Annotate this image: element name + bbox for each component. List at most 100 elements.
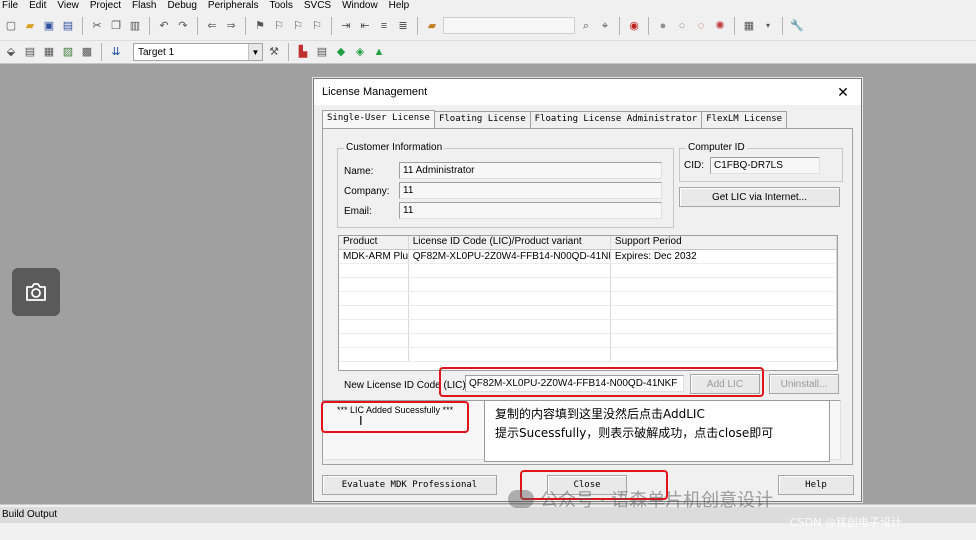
nav-forward-icon[interactable]: ⇒: [223, 18, 239, 34]
table-row: [339, 320, 837, 334]
breakpoint-disable-icon[interactable]: ◌: [693, 18, 709, 34]
toolbar-separator: [288, 43, 289, 61]
csdn-watermark: CSDN @铭创电子设计: [790, 516, 902, 529]
menu-svcs[interactable]: SVCS: [304, 0, 340, 11]
bookmark-icon[interactable]: ⚑: [252, 18, 268, 34]
chevron-down-icon[interactable]: ▼: [248, 44, 262, 60]
company-field[interactable]: 11: [399, 182, 662, 199]
lic-field-highlight: [439, 367, 764, 397]
breakpoint-enable-icon[interactable]: ○: [674, 18, 690, 34]
comment-icon[interactable]: ≡: [376, 18, 392, 34]
manage-components-icon[interactable]: ▙: [295, 44, 311, 60]
incremental-find-icon[interactable]: ⌖: [597, 18, 613, 34]
menu-tools[interactable]: Tools: [270, 0, 302, 11]
save-all-icon[interactable]: ▤: [60, 18, 76, 34]
undo-icon[interactable]: ↶: [156, 18, 172, 34]
tab-flexlm-license[interactable]: FlexLM License: [701, 111, 788, 129]
translate-icon[interactable]: ⬙: [3, 44, 19, 60]
close-icon[interactable]: ✕: [833, 82, 853, 102]
toolbar-separator: [101, 43, 102, 61]
table-row: [339, 264, 837, 278]
table-row: [339, 348, 837, 362]
toolbar-separator: [149, 16, 150, 35]
breakpoint-insert-icon[interactable]: ●: [655, 18, 671, 34]
product-cell: MDK-ARM Plus: [339, 250, 409, 263]
tab-floating-license-administrator[interactable]: Floating License Administrator: [529, 111, 703, 129]
toolbar-separator: [197, 16, 198, 35]
menu-file[interactable]: File: [2, 0, 27, 11]
paste-icon[interactable]: ▥: [127, 18, 143, 34]
next-bookmark-icon[interactable]: ⚐: [290, 18, 306, 34]
get-lic-via-internet-button[interactable]: Get LIC via Internet...: [679, 187, 840, 207]
open-folder-icon[interactable]: ▰: [22, 18, 38, 34]
name-label: Name:: [344, 166, 374, 177]
menu-project[interactable]: Project: [90, 0, 130, 11]
table-row[interactable]: MDK-ARM Plus QF82M-XL0PU-2Z0W4-FFB14-N00…: [339, 250, 837, 264]
evaluate-mdk-professional-button[interactable]: Evaluate MDK Professional: [322, 475, 497, 495]
tab-floating-license[interactable]: Floating License: [433, 111, 531, 129]
new-file-icon[interactable]: ▢: [3, 18, 19, 34]
toolbar-separator: [734, 16, 735, 35]
menu-bar: File Edit View Project Flash Debug Perip…: [0, 0, 976, 11]
computer-id-legend: Computer ID: [686, 142, 747, 153]
save-icon[interactable]: ▣: [41, 18, 57, 34]
unindent-icon[interactable]: ⇤: [357, 18, 373, 34]
indent-icon[interactable]: ⇥: [338, 18, 354, 34]
wechat-logo-icon: [508, 490, 534, 508]
email-field[interactable]: 11: [399, 202, 662, 219]
menu-help[interactable]: Help: [389, 0, 419, 11]
download-icon[interactable]: ⇊: [108, 44, 124, 60]
stop-build-icon[interactable]: ▩: [79, 44, 95, 60]
run-time-env-icon[interactable]: ▲: [371, 44, 387, 60]
nav-back-icon[interactable]: ⇐: [204, 18, 220, 34]
column-header-support-period: Support Period: [611, 236, 837, 249]
build-icon[interactable]: ▤: [22, 44, 38, 60]
camera-button[interactable]: [12, 268, 60, 316]
window-layout-icon[interactable]: ▦: [741, 18, 757, 34]
menu-view[interactable]: View: [57, 0, 88, 11]
target-select-value: Target 1: [138, 46, 175, 58]
pack-installer-icon[interactable]: ◈: [352, 44, 368, 60]
uncomment-icon[interactable]: ≣: [395, 18, 411, 34]
tab-single-user-license[interactable]: Single-User License: [322, 110, 435, 130]
debug-session-icon[interactable]: ◉: [626, 18, 642, 34]
menu-debug[interactable]: Debug: [167, 0, 205, 11]
uninstall-button[interactable]: Uninstall...: [769, 374, 839, 394]
dialog-titlebar: License Management ✕: [314, 79, 861, 105]
find-combo[interactable]: [443, 17, 575, 34]
configure-icon[interactable]: 🔧: [789, 18, 805, 34]
toolbar-separator: [245, 16, 246, 35]
build-toolbar: ⬙ ▤ ▦ ▨ ▩ ⇊ Target 1 ▼ ⚒ ▙ ▤ ◆ ◈ ▲: [0, 41, 976, 64]
help-button[interactable]: Help: [778, 475, 854, 495]
breakpoint-kill-icon[interactable]: ✺: [712, 18, 728, 34]
select-pack-icon[interactable]: ◆: [333, 44, 349, 60]
find-icon[interactable]: ⌕: [578, 18, 594, 34]
menu-peripherals[interactable]: Peripherals: [208, 0, 268, 11]
menu-window[interactable]: Window: [342, 0, 387, 11]
batch-build-icon[interactable]: ▨: [60, 44, 76, 60]
chevron-down-icon[interactable]: ▾: [760, 18, 776, 34]
table-row: [339, 334, 837, 348]
license-tabs: Single-User License Floating License Flo…: [322, 110, 788, 130]
menu-edit[interactable]: Edit: [29, 0, 55, 11]
copy-icon[interactable]: ❐: [108, 18, 124, 34]
cid-field[interactable]: C1FBQ-DR7LS: [710, 157, 820, 174]
target-options-icon[interactable]: ⚒: [266, 44, 282, 60]
file-extensions-icon[interactable]: ▤: [314, 44, 330, 60]
target-select[interactable]: Target 1 ▼: [133, 43, 263, 61]
clear-bookmarks-icon[interactable]: ⚐: [309, 18, 325, 34]
prev-bookmark-icon[interactable]: ⚐: [271, 18, 287, 34]
camera-icon: [26, 283, 46, 301]
name-field[interactable]: 11 Administrator: [399, 162, 662, 179]
redo-icon[interactable]: ↷: [175, 18, 191, 34]
menu-flash[interactable]: Flash: [132, 0, 165, 11]
license-table-header: Product License ID Code (LIC)/Product va…: [339, 236, 837, 250]
dialog-title: License Management: [322, 86, 428, 98]
toolbar-separator: [417, 16, 418, 35]
find-in-files-icon[interactable]: ▰: [424, 18, 440, 34]
table-row: [339, 278, 837, 292]
file-toolbar: ▢ ▰ ▣ ▤ ✂ ❐ ▥ ↶ ↷ ⇐ ⇒ ⚑ ⚐ ⚐ ⚐ ⇥ ⇤ ≡ ≣ ▰ …: [0, 11, 976, 41]
toolbar-separator: [619, 16, 620, 35]
rebuild-icon[interactable]: ▦: [41, 44, 57, 60]
cut-icon[interactable]: ✂: [89, 18, 105, 34]
